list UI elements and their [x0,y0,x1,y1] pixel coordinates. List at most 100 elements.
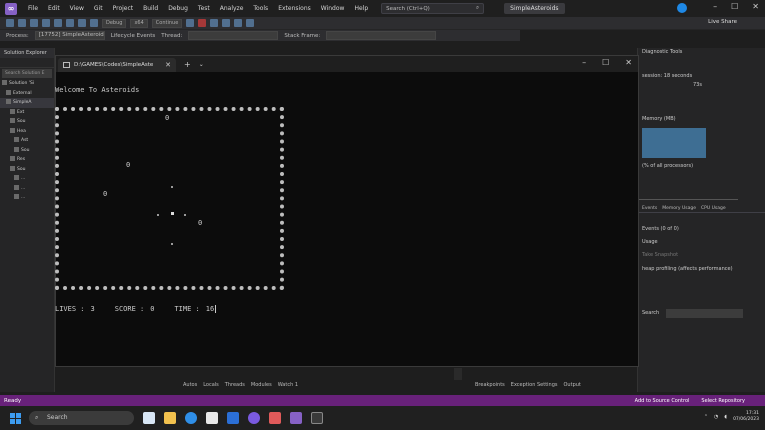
undo-icon[interactable] [78,19,86,27]
tree-item[interactable]: ... [0,193,54,203]
teams-icon[interactable] [248,412,260,424]
pause-icon[interactable] [186,19,195,27]
select-repository-button[interactable]: Select Repository [701,398,745,404]
lifecycle-events-button[interactable]: Lifecycle Events [111,33,156,39]
tree-item[interactable]: Ext [0,108,54,118]
navigate-forward-icon[interactable] [18,19,26,27]
tree-item[interactable]: External [0,89,54,99]
tree-item[interactable]: SimpleA [0,98,54,108]
menu-help[interactable]: Help [349,5,373,12]
chevron-down-icon[interactable]: ⌄ [199,61,204,68]
weather-widget-icon[interactable] [143,412,155,424]
redo-icon[interactable] [90,19,98,27]
diagnostic-search-input[interactable] [666,309,743,318]
vs-search-placeholder: Search (Ctrl+Q) [386,5,430,12]
menu-project[interactable]: Project [108,5,139,12]
save-all-icon[interactable] [66,19,74,27]
tab-threads[interactable]: Threads [225,382,245,388]
file-explorer-icon[interactable] [164,412,176,424]
tab-output[interactable]: Output [564,382,581,388]
app-icon[interactable] [269,412,281,424]
menu-analyze[interactable]: Analyze [215,5,249,12]
menu-file[interactable]: File [23,5,43,12]
wifi-icon[interactable]: ◔ [714,414,718,420]
tree-item[interactable]: Ast [0,136,54,146]
tab-cpu-usage[interactable]: CPU Usage [701,204,726,212]
maximize-icon[interactable]: ☐ [731,2,738,11]
terminal-taskbar-icon[interactable] [311,412,323,424]
new-item-icon[interactable] [30,19,38,27]
tree-item[interactable]: ... [0,174,54,184]
menu-tools[interactable]: Tools [248,5,273,12]
menu-edit[interactable]: Edit [43,5,65,12]
close-tab-icon[interactable]: ✕ [165,61,171,69]
tab-memory-usage[interactable]: Memory Usage [662,204,696,212]
microsoft-store-icon[interactable] [206,412,218,424]
edge-browser-icon[interactable] [185,412,197,424]
vs-search-input[interactable]: Search (Ctrl+Q) ⌕ [381,3,485,14]
take-snapshot-button[interactable]: Take Snapshot [642,252,678,258]
step-out-icon[interactable] [246,19,255,27]
console-scrollbar[interactable] [454,368,462,380]
vs-menubar: ∞ File Edit View Git Project Build Debug… [0,0,765,17]
menu-extensions[interactable]: Extensions [273,5,316,12]
taskbar-clock[interactable]: 17:31 07/06/2023 [733,411,759,423]
tree-item[interactable]: Sou [0,165,54,175]
windows-start-icon[interactable] [10,412,21,424]
console-tab-title: D:\GAMES\Codes\SimpleAste [74,62,154,68]
console-titlebar: D:\GAMES\Codes\SimpleAste ✕ + ⌄ – ☐ ✕ [56,56,638,72]
open-file-icon[interactable] [42,19,50,27]
user-avatar[interactable] [677,3,687,13]
tree-item[interactable]: Solution 'Si [0,79,54,89]
tab-modules[interactable]: Modules [251,382,272,388]
tree-item-label: Sou [17,119,26,124]
platform-dropdown[interactable]: x64 [130,18,148,28]
menu-test[interactable]: Test [193,5,215,12]
tab-events[interactable]: Events [642,204,657,212]
visual-studio-taskbar-icon[interactable] [290,412,302,424]
volume-icon[interactable]: ◖ [724,414,727,420]
thread-dropdown[interactable] [188,31,279,40]
close-icon[interactable]: ✕ [752,2,759,11]
taskbar-search-box[interactable]: ⌕ Search [29,411,134,425]
tree-item[interactable]: Sou [0,117,54,127]
stack-frame-dropdown[interactable] [326,31,437,40]
chevron-up-icon[interactable]: ⌃ [704,414,708,420]
tab-watch-1[interactable]: Watch 1 [278,382,298,388]
tree-item[interactable]: Hea [0,127,54,137]
tab-breakpoints[interactable]: Breakpoints [475,382,505,388]
navigate-back-icon[interactable] [6,19,14,27]
tree-item[interactable]: Sou [0,146,54,156]
solution-tree: Solution 'Si External SimpleA Ext Sou Hea Ast S… [0,79,54,203]
live-share-button[interactable]: Live Share [708,19,737,25]
add-to-source-control-button[interactable]: Add to Source Control [635,398,690,404]
menu-debug[interactable]: Debug [163,5,193,12]
process-dropdown[interactable]: [17752] SimpleAsteroids.exe [34,31,105,40]
maximize-icon[interactable]: ☐ [602,58,609,67]
step-over-icon[interactable] [222,19,231,27]
step-into-icon[interactable] [234,19,243,27]
tab-exception-settings[interactable]: Exception Settings [511,382,558,388]
stop-icon[interactable] [198,19,207,27]
menu-build[interactable]: Build [138,5,163,12]
save-icon[interactable] [54,19,62,27]
time-value: 16 [205,305,215,313]
configuration-dropdown[interactable]: Debug [102,18,127,28]
solution-explorer-search-input[interactable]: Search Solution E [2,69,52,78]
tab-locals[interactable]: Locals [203,382,219,388]
restart-icon[interactable] [210,19,219,27]
close-icon[interactable]: ✕ [625,58,632,67]
minimize-icon[interactable]: – [713,2,717,11]
menu-view[interactable]: View [65,5,89,12]
new-tab-icon[interactable]: + [184,60,191,69]
continue-button[interactable]: Continue [151,18,183,28]
menu-window[interactable]: Window [316,5,350,12]
heap-profiling-checkbox[interactable]: heap profiling (affects performance) [642,266,733,272]
tab-autos[interactable]: Autos [183,382,197,388]
console-tab[interactable]: D:\GAMES\Codes\SimpleAste ✕ [58,58,176,72]
menu-git[interactable]: Git [89,5,108,12]
mail-icon[interactable] [227,412,239,424]
tree-item[interactable]: Res [0,155,54,165]
tree-item[interactable]: ... [0,184,54,194]
minimize-icon[interactable]: – [582,58,586,67]
